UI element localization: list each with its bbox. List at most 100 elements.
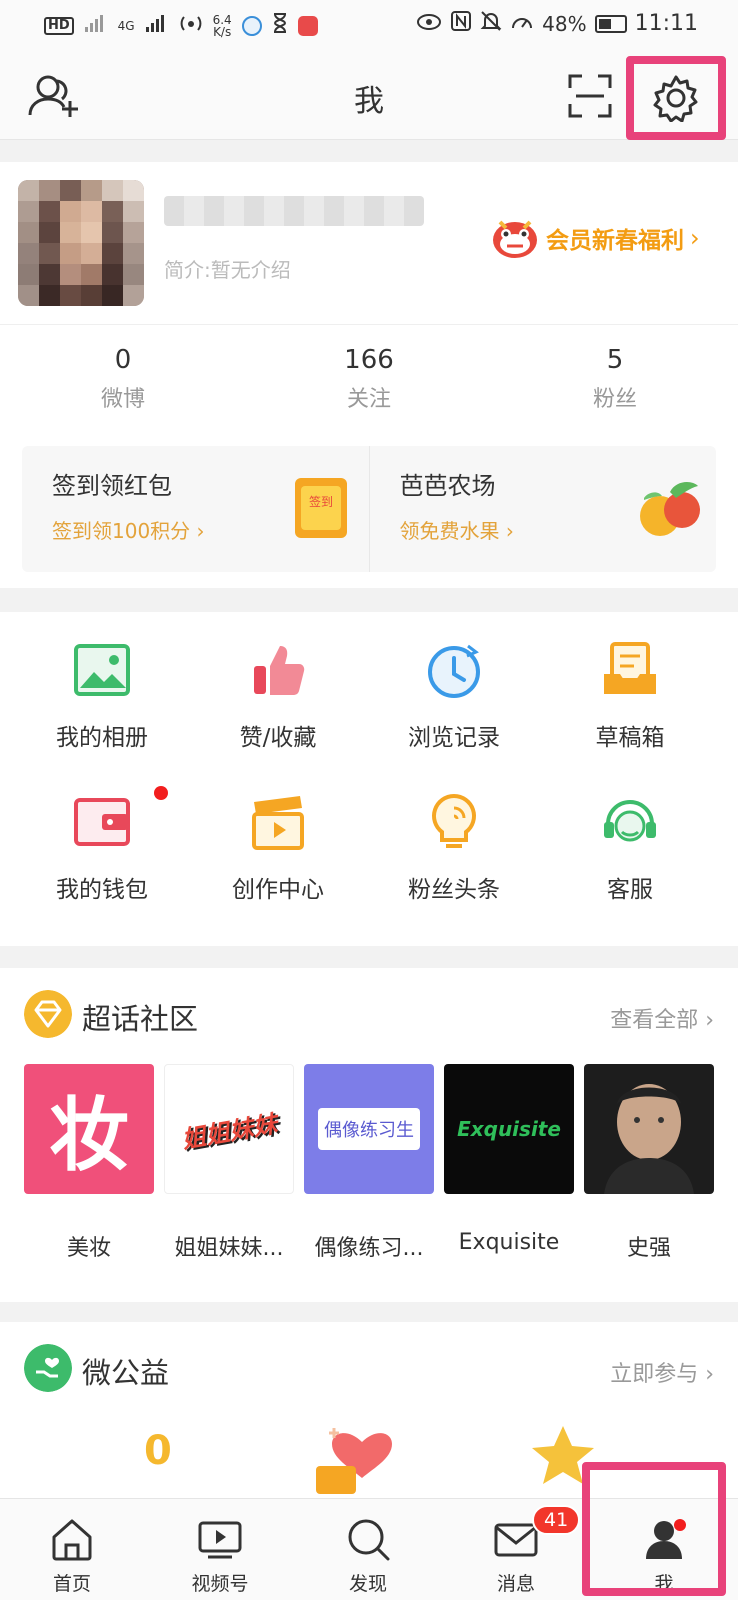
gear-icon — [653, 75, 698, 122]
status-bar: HD 4G 6.4 K/s 48% 11:11 — [0, 0, 738, 52]
shortcut-label: 草稿箱 — [595, 725, 665, 751]
task-cards: 签到领红包 签到领100积分 › 签到 芭芭农场 领免费水果 › — [0, 424, 738, 588]
stat-followers[interactable]: 5 粉丝 — [492, 325, 738, 424]
topic-label: 史强 — [626, 1236, 671, 1261]
settings-button[interactable] — [626, 56, 726, 140]
eye-icon — [416, 12, 442, 36]
network-type: 4G — [117, 18, 135, 33]
screen: HD 4G 6.4 K/s 48% 11:11 我 简介:暂无介绍 会员新春福利… — [0, 0, 738, 1600]
vip-promo-label: 会员新春福利 — [546, 228, 684, 254]
avatar[interactable] — [18, 180, 144, 306]
tab-label: 发现 — [348, 1573, 387, 1595]
stat-value: 5 — [606, 345, 624, 375]
checkin-badge-text: 签到 — [308, 494, 332, 509]
signal-strong-icon — [145, 13, 169, 38]
topic-cover: 偶像练习生 — [304, 1064, 434, 1194]
stat-value: 166 — [344, 345, 394, 375]
shortcut-label: 赞/收藏 — [239, 725, 317, 751]
creator-center-icon — [252, 796, 304, 850]
profile-stats: 0 微博 166 关注 5 粉丝 — [0, 324, 738, 424]
username-blurred — [164, 196, 424, 226]
hd-indicator: HD — [44, 16, 74, 35]
home-icon — [52, 1519, 92, 1561]
stat-label: 微博 — [100, 387, 145, 412]
tab-video[interactable]: 视频号 — [160, 1515, 280, 1596]
shortcut-album[interactable]: 我的相册 — [10, 612, 194, 762]
topic-item[interactable]: 偶像练习生 偶像练习... — [304, 1064, 434, 1262]
customer-service-icon — [604, 800, 656, 842]
stat-label: 关注 — [346, 387, 391, 412]
history-clock-icon — [428, 644, 480, 698]
tab-home[interactable]: 首页 — [12, 1515, 132, 1596]
stat-value: 0 — [114, 345, 132, 375]
highlight-frame — [582, 1462, 726, 1596]
mute-bell-icon — [480, 10, 502, 37]
charity-header: 微公益 立即参与 › — [24, 1344, 714, 1394]
section-title: 微公益 — [82, 1356, 170, 1390]
topic-cover-text: Exquisite — [457, 1117, 561, 1141]
shortcut-likes[interactable]: 赞/收藏 — [186, 612, 370, 762]
super-topic-header: 超话社区 查看全部 › — [24, 990, 714, 1040]
wallet-icon — [74, 798, 130, 846]
tab-label: 首页 — [52, 1573, 91, 1595]
heart-hand-illustration — [316, 1428, 392, 1494]
view-all-link[interactable]: 查看全部 › — [610, 1002, 714, 1034]
profile-bio: 简介:暂无介绍 — [164, 258, 291, 282]
shortcut-fans-headline[interactable]: 粉丝头条 — [362, 764, 546, 914]
topic-label: 美妆 — [66, 1236, 111, 1261]
drafts-icon — [604, 642, 656, 694]
super-topic-section: 超话社区 查看全部 › 妆 美妆 姐姐妹妹 姐姐妹妹... 偶像练习生 偶像练习… — [0, 968, 738, 1302]
section-title: 超话社区 — [82, 1002, 199, 1036]
profile-card[interactable]: 简介:暂无介绍 会员新春福利 › 0 微博 166 关注 5 粉丝 — [0, 162, 738, 424]
vip-promo-link[interactable]: 会员新春福利 › — [490, 214, 700, 262]
notification-dot — [154, 786, 168, 800]
stat-label: 粉丝 — [592, 387, 637, 412]
unread-badge: 41 — [532, 1505, 581, 1535]
shortcut-drafts[interactable]: 草稿箱 — [538, 612, 722, 762]
tab-discover[interactable]: 发现 — [308, 1515, 428, 1596]
net-speed: 6.4 K/s — [213, 14, 232, 38]
topic-item[interactable]: 姐姐妹妹 姐姐妹妹... — [164, 1064, 294, 1262]
battery-icon — [594, 14, 627, 33]
chevron-right-icon: › — [690, 224, 700, 252]
clock: 11:11 — [634, 11, 698, 36]
top-nav: 我 — [0, 52, 738, 140]
hourglass-icon — [272, 13, 288, 38]
shortcut-creator[interactable]: 创作中心 — [186, 764, 370, 914]
topic-item[interactable]: 史强 — [584, 1064, 714, 1262]
shortcut-label: 创作中心 — [232, 877, 324, 903]
topic-item[interactable]: 妆 美妆 — [24, 1064, 154, 1262]
shortcut-history[interactable]: 浏览记录 — [362, 612, 546, 762]
shortcut-label: 浏览记录 — [408, 725, 500, 751]
topic-label: 偶像练习... — [314, 1236, 424, 1261]
farm-card[interactable]: 芭芭农场 领免费水果 › — [368, 446, 717, 572]
topic-cover-text: 偶像练习生 — [324, 1120, 414, 1141]
tab-label: 视频号 — [191, 1573, 249, 1595]
nfc-icon — [450, 10, 472, 37]
charity-heart-hand-icon — [24, 1344, 72, 1392]
book-app-icon — [297, 15, 318, 36]
topic-cover: 姐姐妹妹 — [164, 1064, 294, 1194]
topic-label: Exquisite — [458, 1230, 560, 1255]
topic-item[interactable]: Exquisite Exquisite — [444, 1064, 574, 1255]
signal-icon — [84, 13, 108, 38]
scan-button[interactable] — [566, 72, 614, 120]
thumbs-up-icon — [254, 646, 305, 695]
checkin-card[interactable]: 签到领红包 签到领100积分 › 签到 — [22, 446, 369, 572]
topic-cover: 妆 — [24, 1064, 154, 1194]
status-right: 48% 11:11 — [416, 10, 698, 37]
shortcut-customer-service[interactable]: 客服 — [538, 764, 722, 914]
charity-count: 0 — [144, 1428, 172, 1474]
shortcut-grid: 我的相册 赞/收藏 浏览记录 草稿箱 我的钱包 创作中心 粉丝头条 客服 — [0, 612, 738, 946]
stat-following[interactable]: 166 关注 — [246, 325, 492, 424]
person-photo — [604, 1084, 694, 1194]
app-notification-icon — [241, 15, 262, 36]
shortcut-label: 客服 — [607, 877, 653, 903]
tab-messages[interactable]: 41 消息 — [456, 1505, 581, 1596]
net-speed-unit: K/s — [213, 24, 232, 39]
shortcut-wallet[interactable]: 我的钱包 — [10, 764, 194, 914]
join-now-link[interactable]: 立即参与 › — [610, 1356, 714, 1388]
stat-weibo[interactable]: 0 微博 — [0, 325, 246, 424]
speedometer-icon — [510, 11, 534, 36]
fruit-icon — [636, 474, 706, 542]
